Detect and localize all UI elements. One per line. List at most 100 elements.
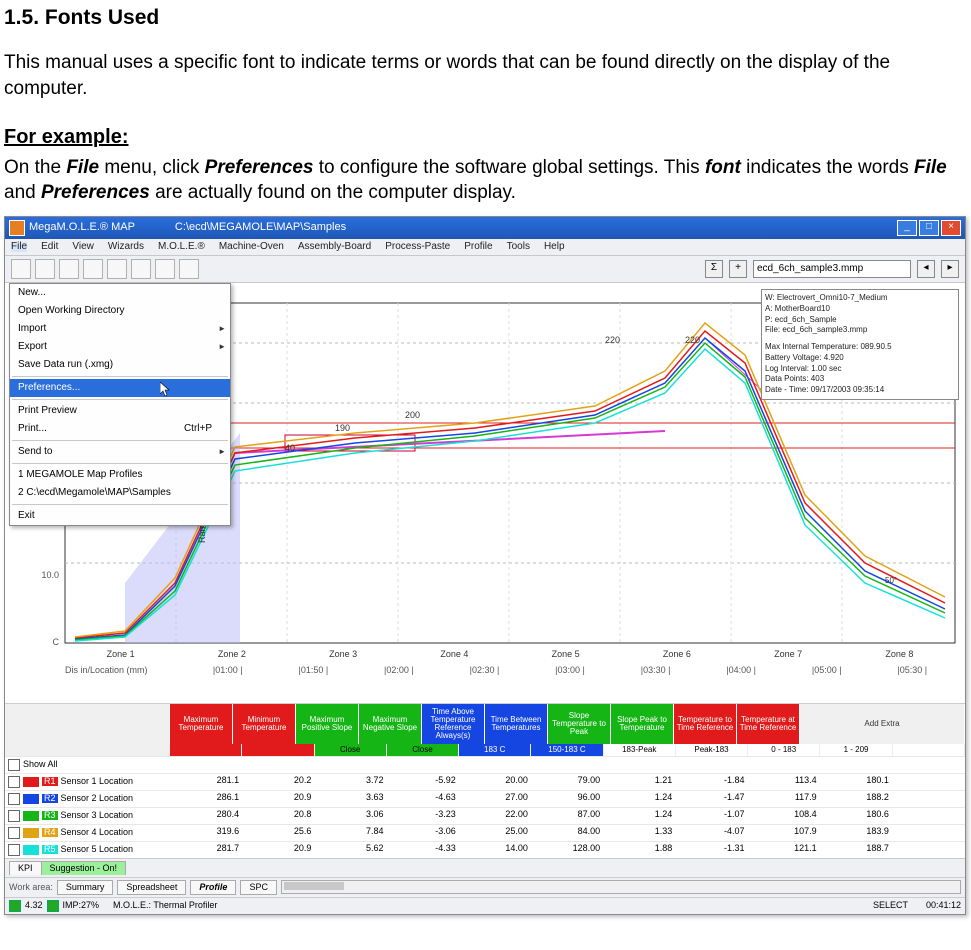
data-cell: 20.9 bbox=[243, 842, 315, 858]
row-checkbox[interactable] bbox=[8, 793, 20, 805]
menu-item-new[interactable]: New... bbox=[10, 284, 230, 302]
window-maximize-button[interactable]: □ bbox=[919, 220, 939, 236]
sample-name-input[interactable] bbox=[753, 260, 911, 278]
data-cell: -1.47 bbox=[676, 791, 748, 807]
toolbar: Σ + ◂ ▸ bbox=[5, 256, 965, 283]
data-cell: 286.1 bbox=[171, 791, 243, 807]
header-cell: Slope Peak to Temperature bbox=[611, 704, 674, 744]
t: menu, click bbox=[104, 157, 204, 178]
screenshot: MegaM.O.L.E.® MAP C:\ecd\MEGAMOLE\MAP\Sa… bbox=[4, 216, 966, 915]
toolbar-button[interactable] bbox=[179, 259, 199, 279]
menu-item-print[interactable]: Print... Ctrl+P bbox=[10, 420, 230, 438]
kpi-tabs: KPI Suggestion - On! bbox=[5, 858, 965, 877]
menu-item[interactable]: Edit bbox=[41, 242, 58, 252]
toolbar-button[interactable] bbox=[59, 259, 79, 279]
tab-spc[interactable]: SPC bbox=[240, 880, 277, 895]
toolbar-button[interactable] bbox=[83, 259, 103, 279]
menu-item-export[interactable]: Export bbox=[10, 338, 230, 356]
sample-next-button[interactable]: ▸ bbox=[941, 260, 959, 278]
horizontal-scrollbar[interactable] bbox=[281, 880, 961, 894]
intro-paragraph: This manual uses a specific font to indi… bbox=[4, 50, 967, 101]
tab-kpi[interactable]: KPI bbox=[9, 861, 42, 875]
toolbar-button[interactable] bbox=[11, 259, 31, 279]
app-title: MegaM.O.L.E.® MAP bbox=[29, 222, 135, 233]
data-cell: 281.7 bbox=[171, 842, 243, 858]
header-cell: Time Above Temperature Reference Always(… bbox=[422, 704, 485, 744]
status-value-1: 4.32 bbox=[25, 901, 43, 910]
menu-separator bbox=[12, 376, 228, 377]
show-all-checkbox[interactable] bbox=[8, 759, 20, 771]
header-cell: Maximum Positive Slope bbox=[296, 704, 359, 744]
data-cell: 1.88 bbox=[604, 842, 676, 858]
work-area-label: Work area: bbox=[9, 883, 53, 892]
sample-prev-button[interactable]: ◂ bbox=[917, 260, 935, 278]
menu-item[interactable]: Machine-Oven bbox=[219, 242, 284, 252]
data-cell: 1.21 bbox=[604, 774, 676, 790]
menu-item[interactable]: M.O.L.E.® bbox=[158, 242, 205, 252]
status-mode: SELECT bbox=[873, 901, 908, 910]
menu-item-import[interactable]: Import bbox=[10, 320, 230, 338]
menu-item[interactable]: Assembly-Board bbox=[298, 242, 371, 252]
chart-legend: W: Electrovert_Omni10-7_Medium A: Mother… bbox=[761, 289, 959, 400]
menu-item-send-to[interactable]: Send to bbox=[10, 443, 230, 461]
window-close-button[interactable]: × bbox=[941, 220, 961, 236]
menu-item-preferences[interactable]: Preferences... bbox=[10, 379, 230, 397]
tab-summary[interactable]: Summary bbox=[57, 880, 114, 895]
menu-item-recent-1[interactable]: 1 MEGAMOLE Map Profiles bbox=[10, 466, 230, 484]
data-cell: 183.9 bbox=[821, 825, 893, 841]
data-cell: -4.07 bbox=[676, 825, 748, 841]
menu-item[interactable]: Profile bbox=[464, 242, 492, 252]
table-row: R5Sensor 5 Location281.720.95.62-4.3314.… bbox=[5, 841, 965, 858]
toolbar-button[interactable] bbox=[35, 259, 55, 279]
term-preferences-2: Preferences bbox=[41, 182, 150, 203]
data-cell: 25.00 bbox=[460, 825, 532, 841]
row-checkbox[interactable] bbox=[8, 827, 20, 839]
tab-spreadsheet[interactable]: Spreadsheet bbox=[117, 880, 186, 895]
data-cell: 180.6 bbox=[821, 808, 893, 824]
menu-item[interactable]: Help bbox=[544, 242, 565, 252]
sensor-name: Sensor 3 Location bbox=[61, 811, 134, 820]
status-dot-icon bbox=[47, 900, 59, 912]
row-checkbox[interactable] bbox=[8, 844, 20, 856]
sensor-color-icon bbox=[23, 794, 39, 804]
row-checkbox[interactable] bbox=[8, 776, 20, 788]
toolbar-button[interactable] bbox=[131, 259, 151, 279]
toolbar-button[interactable] bbox=[155, 259, 175, 279]
data-cell: 113.4 bbox=[749, 774, 821, 790]
header-cell: Temperature at Time Reference bbox=[737, 704, 800, 744]
menu-item[interactable]: View bbox=[72, 242, 94, 252]
menu-item[interactable]: File bbox=[11, 242, 27, 252]
menu-item-recent-2[interactable]: 2 C:\ecd\Megamole\MAP\Samples bbox=[10, 484, 230, 502]
t: to configure the software global setting… bbox=[319, 157, 705, 178]
table-row: R3Sensor 3 Location280.420.83.06-3.2322.… bbox=[5, 807, 965, 824]
header-add-extra[interactable]: Add Extra bbox=[800, 704, 965, 744]
t: On the bbox=[4, 157, 66, 178]
menu-item-print-preview[interactable]: Print Preview bbox=[10, 402, 230, 420]
tab-profile[interactable]: Profile bbox=[190, 880, 236, 895]
data-cell: -4.63 bbox=[388, 791, 460, 807]
window-minimize-button[interactable]: _ bbox=[897, 220, 917, 236]
tab-suggestion[interactable]: Suggestion - On! bbox=[41, 861, 127, 875]
row-checkbox[interactable] bbox=[8, 810, 20, 822]
header-cell: Maximum Temperature bbox=[170, 704, 233, 744]
sigma-button[interactable]: Σ bbox=[705, 260, 723, 278]
annot: 220 bbox=[685, 335, 700, 345]
section-heading: 1.5. Fonts Used bbox=[4, 4, 967, 32]
data-cell: 79.00 bbox=[532, 774, 604, 790]
t: and bbox=[4, 182, 41, 203]
menu-item[interactable]: Process-Paste bbox=[385, 242, 450, 252]
annot: 220 bbox=[605, 335, 620, 345]
menu-item-save-data-run[interactable]: Save Data run (.xmg) bbox=[10, 356, 230, 374]
status-device: M.O.L.E.: Thermal Profiler bbox=[113, 901, 217, 910]
menu-item[interactable]: Wizards bbox=[108, 242, 144, 252]
menu-item-open-working-directory[interactable]: Open Working Directory bbox=[10, 302, 230, 320]
sensor-color-icon bbox=[23, 828, 39, 838]
window-titlebar: MegaM.O.L.E.® MAP C:\ecd\MEGAMOLE\MAP\Sa… bbox=[5, 217, 965, 239]
sensor-name: Sensor 1 Location bbox=[61, 777, 134, 786]
toolbar-button[interactable] bbox=[107, 259, 127, 279]
menu-item-exit[interactable]: Exit bbox=[10, 507, 230, 525]
zone-labels: Zone 1 Zone 2 Zone 3 Zone 4 Zone 5 Zone … bbox=[65, 650, 955, 659]
plus-button[interactable]: + bbox=[729, 260, 747, 278]
menu-item[interactable]: Tools bbox=[507, 242, 530, 252]
data-cell: 1.24 bbox=[604, 808, 676, 824]
